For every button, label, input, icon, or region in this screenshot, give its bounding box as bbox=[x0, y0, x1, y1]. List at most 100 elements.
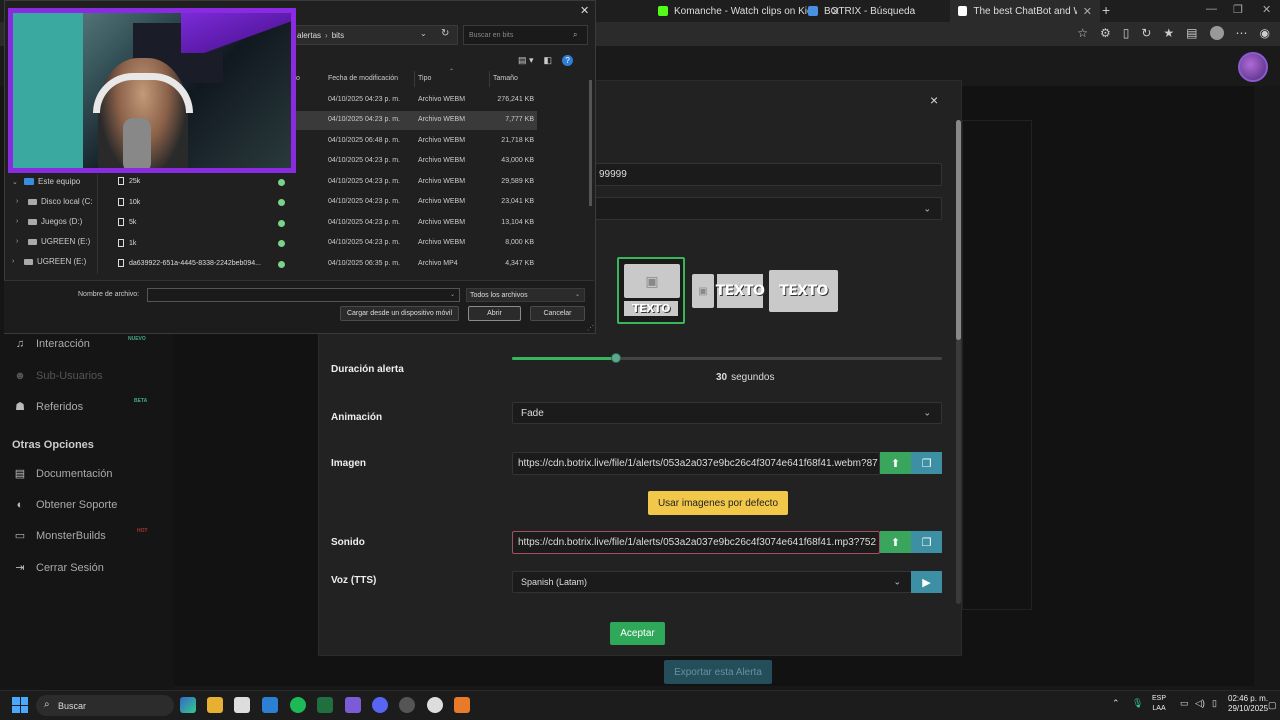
new-tab-button[interactable]: + bbox=[1102, 2, 1110, 18]
image-url-input[interactable]: https://cdn.botrix.live/file/1/alerts/05… bbox=[512, 452, 880, 475]
refresh-icon[interactable]: ↻ bbox=[441, 28, 449, 39]
chevron-down-icon[interactable]: ⌄ bbox=[420, 29, 427, 38]
tree-item-this-pc[interactable]: ⌄ Este equipo bbox=[12, 177, 80, 186]
avatar[interactable] bbox=[1238, 52, 1268, 82]
table-row[interactable]: 04/10/2025 06:35 p. m. Archivo MP4 4,347… bbox=[296, 255, 537, 274]
copilot-icon[interactable]: ◉ bbox=[1260, 26, 1270, 40]
tree-item-network-e[interactable]: › UGREEN (E:) bbox=[12, 257, 86, 266]
table-row[interactable]: 04/10/2025 04:23 p. m. Archivo WEBM 276,… bbox=[296, 91, 537, 110]
tab-botrix[interactable]: The best ChatBot and Widgets fo ✕ bbox=[950, 0, 1100, 22]
play-tts-button[interactable]: ▶ bbox=[911, 571, 942, 593]
file-name[interactable]: 10k bbox=[118, 198, 140, 206]
table-row[interactable]: 04/10/2025 06:48 p. m. Archivo WEBM 21,7… bbox=[296, 132, 537, 151]
editor-icon[interactable] bbox=[345, 697, 361, 713]
file-name[interactable]: 5k bbox=[118, 218, 136, 226]
fl-studio-icon[interactable] bbox=[454, 697, 470, 713]
extension-icon[interactable]: ⚙ bbox=[1100, 26, 1111, 40]
close-window-icon[interactable]: ✕ bbox=[1262, 3, 1271, 16]
breadcrumb-item[interactable]: alertas bbox=[297, 31, 321, 40]
taskbar-search[interactable]: ⌕ Buscar bbox=[36, 695, 174, 716]
more-icon[interactable]: ⋯ bbox=[1236, 26, 1248, 40]
chevron-down-icon[interactable]: ⌄ bbox=[450, 291, 455, 298]
profile-avatar[interactable] bbox=[1209, 26, 1224, 40]
breadcrumb[interactable]: alertas › bits bbox=[290, 25, 458, 45]
resize-grip-icon[interactable]: ⋰ bbox=[587, 324, 594, 332]
refresh-icon[interactable]: ↻ bbox=[1141, 26, 1151, 40]
table-row[interactable]: 04/10/2025 04:23 p. m. Archivo WEBM 43,0… bbox=[296, 152, 537, 171]
export-alert-button[interactable]: Exportar esta Alerta bbox=[664, 660, 772, 684]
notification-icon[interactable]: ▢ bbox=[1268, 700, 1277, 711]
sidebar-item-documentacion[interactable]: ▤ Documentación bbox=[14, 468, 113, 480]
file-name[interactable]: 25k bbox=[118, 177, 140, 185]
filename-input[interactable]: ⌄ bbox=[147, 288, 460, 302]
collections-icon[interactable]: ★ bbox=[1163, 26, 1174, 40]
tree-item-disk-e[interactable]: › UGREEN (E:) bbox=[16, 237, 90, 246]
tree-item-disk-d[interactable]: › Juegos (D:) bbox=[16, 217, 82, 226]
column-divider[interactable] bbox=[489, 71, 490, 87]
minimize-icon[interactable]: — bbox=[1206, 3, 1217, 15]
column-header-name[interactable]: o bbox=[296, 75, 300, 82]
excel-icon[interactable] bbox=[317, 697, 333, 713]
file-explorer-icon[interactable] bbox=[207, 697, 223, 713]
obs-icon[interactable] bbox=[399, 697, 415, 713]
battery-icon[interactable]: ▯ bbox=[1212, 698, 1217, 709]
table-row-selected[interactable]: 04/10/2025 04:23 p. m. Archivo WEBM 7,77… bbox=[296, 111, 537, 130]
close-icon[interactable]: ✕ bbox=[580, 4, 589, 17]
animation-select[interactable]: Fade ⌄ bbox=[512, 402, 942, 424]
view-menu-icon[interactable]: ▤ ▾ bbox=[518, 55, 534, 66]
spotify-icon[interactable] bbox=[290, 697, 306, 713]
alert-type-select[interactable]: ⌄ bbox=[590, 197, 942, 220]
column-divider[interactable] bbox=[414, 71, 415, 87]
favorite-icon[interactable]: ☆ bbox=[1077, 26, 1088, 40]
tree-item-disk-c[interactable]: › Disco local (C: bbox=[16, 197, 93, 206]
maximize-icon[interactable]: ❐ bbox=[1233, 3, 1243, 16]
breadcrumb-item[interactable]: bits bbox=[332, 31, 344, 40]
duration-slider-handle[interactable] bbox=[611, 353, 621, 363]
sidebar-item-referidos[interactable]: ☗ Referidos bbox=[14, 401, 83, 413]
file-list-scrollbar[interactable] bbox=[589, 80, 592, 206]
language-indicator[interactable]: ESP LAA bbox=[1152, 694, 1166, 714]
microphone-icon[interactable]: 🎙 bbox=[1132, 698, 1143, 709]
sidebar-item-cerrar-sesion[interactable]: ⇥ Cerrar Sesión bbox=[14, 562, 103, 574]
search-input[interactable]: Buscar en bits bbox=[463, 25, 588, 45]
table-row[interactable]: 04/10/2025 04:23 p. m. Archivo WEBM 13,1… bbox=[296, 214, 537, 233]
file-name[interactable]: da639922-651a-4445-8338-2242beb094... bbox=[118, 259, 261, 267]
sidebar-item-interaccion[interactable]: ♫ Interacción bbox=[14, 338, 90, 350]
file-name[interactable]: 1k bbox=[118, 239, 136, 247]
table-row[interactable]: 04/10/2025 04:23 p. m. Archivo WEBM 8,00… bbox=[296, 234, 537, 253]
show-hidden-icons[interactable]: ⌃ bbox=[1112, 698, 1120, 709]
help-icon[interactable]: ? bbox=[562, 55, 574, 66]
clock[interactable]: 02:46 p. m. 29/10/2025 bbox=[1228, 694, 1268, 714]
sidebar-item-sub-usuarios[interactable]: ☻ Sub-Usuarios bbox=[14, 370, 102, 382]
sidebar-icon[interactable]: ▤ bbox=[1186, 26, 1197, 40]
table-row[interactable]: 04/10/2025 04:23 p. m. Archivo WEBM 29,5… bbox=[296, 173, 537, 192]
sound-url-input[interactable]: https://cdn.botrix.live/file/1/alerts/05… bbox=[512, 531, 880, 554]
gallery-image-button[interactable]: ❐ bbox=[911, 452, 942, 474]
sidebar-item-soporte[interactable]: ◐ Obtener Soporte bbox=[14, 499, 118, 511]
close-icon[interactable]: × bbox=[930, 92, 938, 108]
column-header-date[interactable]: Fecha de modificación bbox=[328, 75, 398, 82]
store-icon[interactable] bbox=[234, 697, 250, 713]
layout-option-side[interactable]: ▣ TEXTO bbox=[692, 274, 765, 308]
preview-pane-icon[interactable]: ◧ bbox=[544, 55, 553, 66]
default-images-button[interactable]: Usar imagenes por defecto bbox=[648, 491, 788, 515]
sidebar-item-monsterbuilds[interactable]: ▭ MonsterBuilds bbox=[14, 530, 106, 542]
filetype-select[interactable]: Todos los archivos ⌄ bbox=[466, 288, 585, 302]
column-header-size[interactable]: Tamaño bbox=[493, 75, 518, 82]
modal-scrollbar[interactable] bbox=[956, 120, 961, 604]
layout-option-stacked[interactable]: ▣ TEXTO bbox=[617, 257, 685, 324]
media-player-icon[interactable] bbox=[427, 697, 443, 713]
edge-icon[interactable] bbox=[180, 697, 196, 713]
volume-icon[interactable]: ◁) bbox=[1195, 698, 1205, 709]
load-from-mobile-button[interactable]: Cargar desde un dispositivo móvil bbox=[340, 306, 459, 321]
upload-image-button[interactable]: ⬆ bbox=[880, 452, 911, 474]
outlook-icon[interactable] bbox=[262, 697, 278, 713]
open-button[interactable]: Abrir bbox=[468, 306, 521, 321]
amount-input[interactable]: 99999 bbox=[590, 163, 942, 186]
table-row[interactable]: 04/10/2025 04:23 p. m. Archivo WEBM 23,0… bbox=[296, 193, 537, 212]
upload-sound-button[interactable]: ⬆ bbox=[880, 531, 911, 553]
network-icon[interactable]: ▭ bbox=[1180, 698, 1189, 709]
close-tab-icon[interactable]: ✕ bbox=[1083, 5, 1092, 18]
windows-start-icon[interactable] bbox=[12, 697, 28, 713]
accept-button[interactable]: Aceptar bbox=[610, 622, 665, 645]
